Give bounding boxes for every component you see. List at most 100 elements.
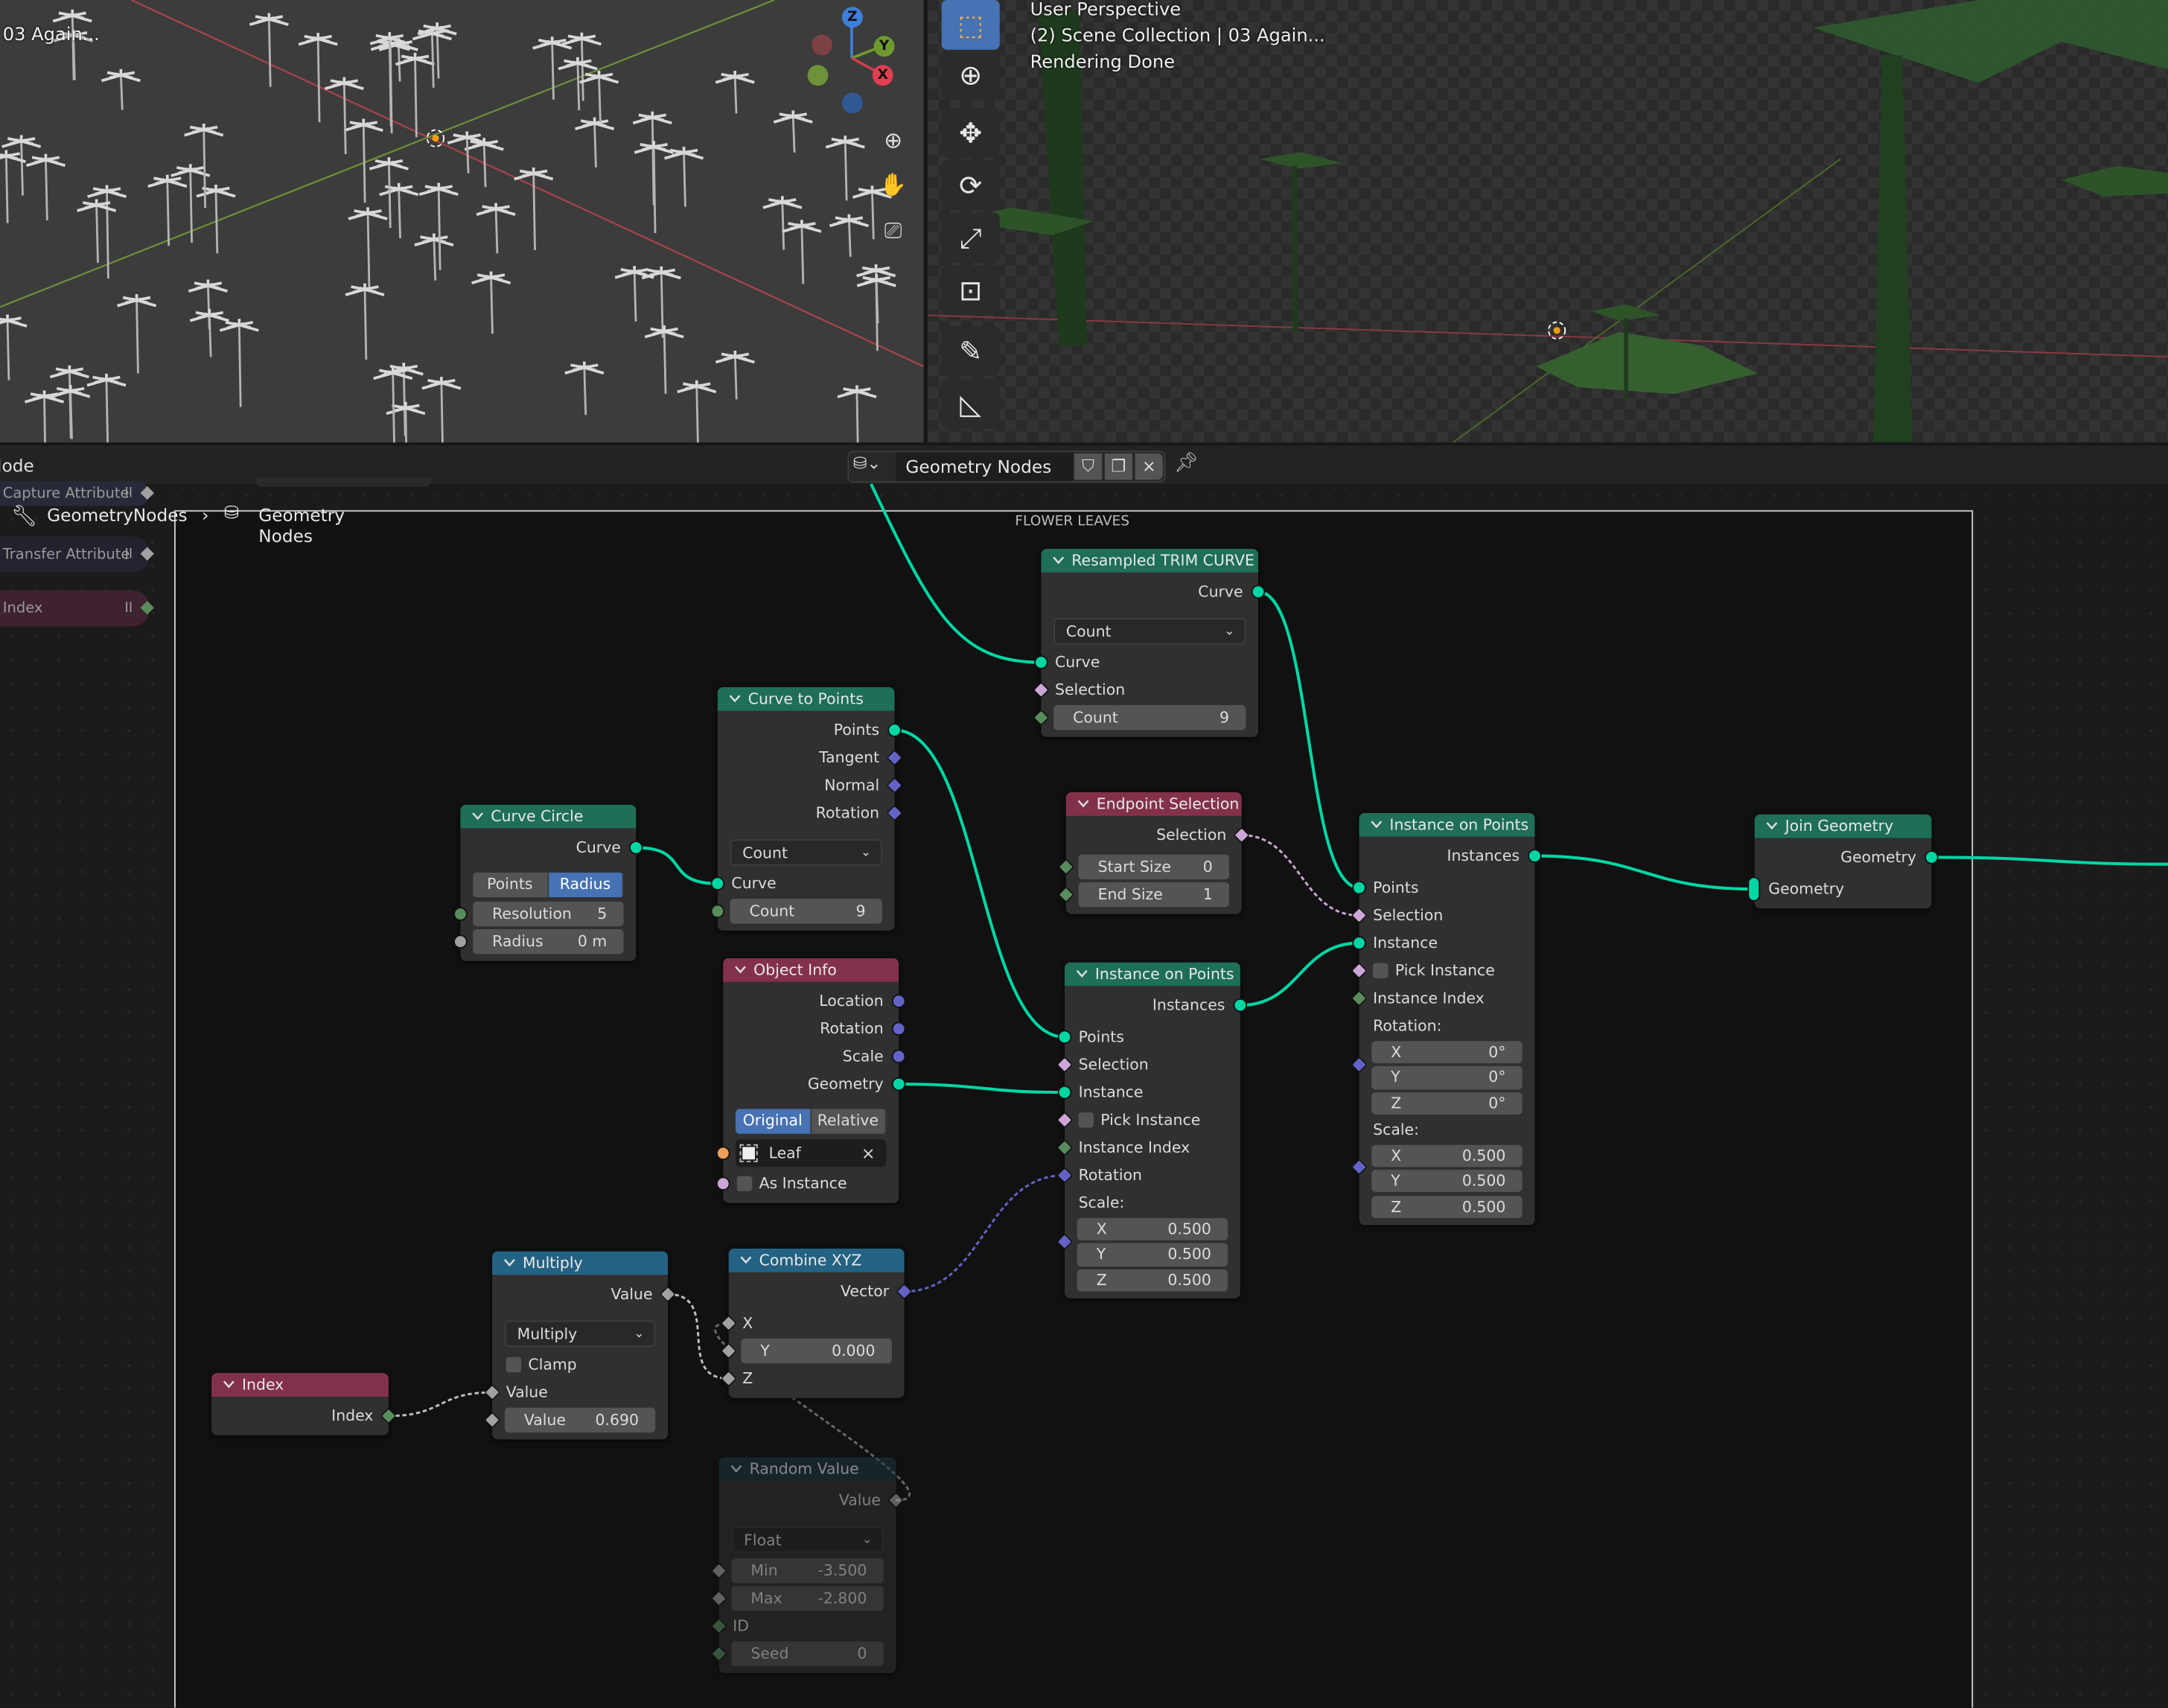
socket-geometry[interactable] xyxy=(1059,1086,1071,1098)
node-header[interactable]: Random Value xyxy=(718,1457,896,1482)
node-iop2[interactable]: Instance on Points Instances Points Selecti… xyxy=(1352,813,1540,1226)
node-link[interactable] xyxy=(1257,590,1359,890)
collapse-chevron-icon[interactable] xyxy=(1052,556,1065,564)
node-header[interactable]: Resampled TRIM CURVE xyxy=(1041,549,1259,573)
node-link[interactable] xyxy=(904,1174,1065,1293)
socket-geometry[interactable] xyxy=(1036,657,1047,669)
node-comb[interactable]: Combine XYZ Vector X Y 0.000 Z xyxy=(721,1249,911,1398)
socket-geometry[interactable] xyxy=(1234,999,1246,1011)
collapse-chevron-icon[interactable] xyxy=(503,1258,516,1267)
checkbox[interactable] xyxy=(506,1357,522,1373)
collapse-chevron-icon[interactable] xyxy=(734,965,747,974)
value-field[interactable]: End Size 1 xyxy=(1078,882,1230,908)
socket-geometry[interactable] xyxy=(1749,878,1759,901)
node-rand[interactable]: Random Value Value Float ⌄ Min -3.500 Max -2.80… xyxy=(712,1457,903,1674)
dropdown[interactable]: Multiply ⌄ xyxy=(504,1320,656,1347)
toggle-option-relative[interactable]: Relative xyxy=(811,1109,887,1134)
checkbox[interactable] xyxy=(1373,963,1389,978)
clear-x-icon[interactable]: × xyxy=(861,1144,876,1163)
socket-geometry[interactable] xyxy=(893,1078,905,1090)
socket-geometry[interactable] xyxy=(1059,1031,1071,1043)
node-link[interactable] xyxy=(667,1293,729,1380)
node-circle[interactable]: Curve Circle Curve Points Radius Resolution 5… xyxy=(455,804,642,961)
collapse-chevron-icon[interactable] xyxy=(740,1255,753,1264)
collapse-chevron-icon[interactable] xyxy=(730,1465,743,1473)
socket-geometry[interactable] xyxy=(1252,586,1264,598)
socket-geometry[interactable] xyxy=(712,878,724,890)
node-header[interactable]: Index xyxy=(211,1373,389,1397)
value-field[interactable]: Seed 0 xyxy=(731,1641,884,1666)
value-field[interactable]: Radius 0 m xyxy=(473,929,624,955)
breadcrumb-modifier[interactable]: GeometryNodes xyxy=(47,505,187,526)
node-header[interactable]: Instance on Points xyxy=(1065,962,1240,987)
node-objinfo[interactable]: Object Info Location Rotation Scale Geometry… xyxy=(717,958,905,1203)
node-header[interactable]: Curve Circle xyxy=(460,804,637,829)
socket-geometry[interactable] xyxy=(889,724,901,736)
value-field[interactable]: Y 0.000 xyxy=(741,1338,892,1364)
node-link[interactable] xyxy=(1931,855,2168,866)
dropdown[interactable]: Count ⌄ xyxy=(730,839,882,866)
socket-object[interactable] xyxy=(717,1147,729,1159)
value-field[interactable]: Start Size 0 xyxy=(1078,854,1230,880)
toggle-option-points[interactable]: Points xyxy=(473,872,549,898)
dropdown[interactable]: Float ⌄ xyxy=(731,1526,884,1553)
value-field[interactable]: Count 9 xyxy=(1053,705,1246,730)
node-header[interactable]: Object Info xyxy=(723,958,899,982)
socket-geometry[interactable] xyxy=(1529,850,1540,862)
collapse-chevron-icon[interactable] xyxy=(1076,969,1088,978)
checkbox[interactable] xyxy=(736,1176,753,1191)
node-header[interactable]: Combine XYZ xyxy=(728,1249,905,1272)
node-header[interactable]: Multiply xyxy=(492,1251,669,1275)
value-field[interactable]: X 0° xyxy=(1371,1041,1523,1064)
node-link[interactable] xyxy=(1240,941,1359,1007)
socket-geometry[interactable] xyxy=(630,842,642,853)
node-index[interactable]: Index Index xyxy=(211,1373,395,1435)
node-iop1[interactable]: Instance on Points Instances Points Selecti… xyxy=(1058,962,1246,1298)
breadcrumb-tree[interactable]: Geometry Nodes xyxy=(258,505,345,547)
collapse-chevron-icon[interactable] xyxy=(1077,799,1090,808)
collapse-chevron-icon[interactable] xyxy=(471,812,484,820)
value-field[interactable]: Count 9 xyxy=(730,899,882,924)
collapse-chevron-icon[interactable] xyxy=(1370,820,1383,829)
toggle-option-radius[interactable]: Radius xyxy=(548,872,624,898)
node-link[interactable] xyxy=(1534,854,1755,891)
toggle-option-original[interactable]: Original xyxy=(736,1109,812,1134)
node-endsel[interactable]: Endpoint Selection Selection Start Size 0 En… xyxy=(1059,792,1249,914)
node-header[interactable]: Join Geometry xyxy=(1754,814,1932,838)
socket-geometry[interactable] xyxy=(1926,852,1937,863)
node-header[interactable]: Instance on Points xyxy=(1359,813,1535,837)
value-field[interactable]: X 0.500 xyxy=(1077,1218,1228,1241)
object-field[interactable]: Leaf × xyxy=(736,1139,887,1167)
collapse-chevron-icon[interactable] xyxy=(223,1380,235,1389)
node-header[interactable]: Endpoint Selection xyxy=(1065,792,1242,816)
socket-bool[interactable] xyxy=(717,1178,729,1190)
value-field[interactable]: Z 0.500 xyxy=(1371,1195,1523,1218)
collapse-chevron-icon[interactable] xyxy=(729,694,742,703)
socket-int[interactable] xyxy=(712,905,724,917)
value-field[interactable]: Value 0.690 xyxy=(504,1407,656,1433)
value-field[interactable]: Y 0.500 xyxy=(1077,1243,1228,1266)
value-field[interactable]: Y 0° xyxy=(1371,1066,1523,1089)
node-join[interactable]: Join Geometry Geometry Geometry xyxy=(1749,814,1937,909)
value-field[interactable]: Z 0.500 xyxy=(1077,1269,1228,1292)
value-field[interactable]: X 0.500 xyxy=(1371,1144,1523,1167)
value-field[interactable]: Resolution 5 xyxy=(473,901,624,927)
checkbox[interactable] xyxy=(1078,1112,1094,1128)
node-link[interactable] xyxy=(388,1391,493,1418)
value-field[interactable]: Min -3.500 xyxy=(731,1558,884,1584)
value-field[interactable]: Z 0° xyxy=(1371,1092,1523,1115)
node-mult[interactable]: Multiply Value Multiply ⌄ Clamp Value Value 0.6… xyxy=(485,1251,675,1440)
node-c2p[interactable]: Curve to Points Points Tangent Normal Rotati… xyxy=(712,687,902,931)
node-link[interactable] xyxy=(894,728,1065,1039)
node-resample[interactable]: Resampled TRIM CURVE Curve Count ⌄ Curve Sele… xyxy=(1034,549,1264,737)
value-field[interactable]: Y 0.500 xyxy=(1371,1170,1523,1193)
socket-geometry[interactable] xyxy=(1354,937,1365,949)
node-link[interactable] xyxy=(870,483,1042,664)
socket-geometry[interactable] xyxy=(1354,882,1365,893)
socket-vector[interactable] xyxy=(893,1051,905,1062)
socket-vector[interactable] xyxy=(893,995,905,1007)
socket-vector[interactable] xyxy=(893,1023,905,1035)
node-header[interactable]: Curve to Points xyxy=(717,687,895,711)
node-link[interactable] xyxy=(636,846,718,885)
collapse-chevron-icon[interactable] xyxy=(1766,821,1779,830)
